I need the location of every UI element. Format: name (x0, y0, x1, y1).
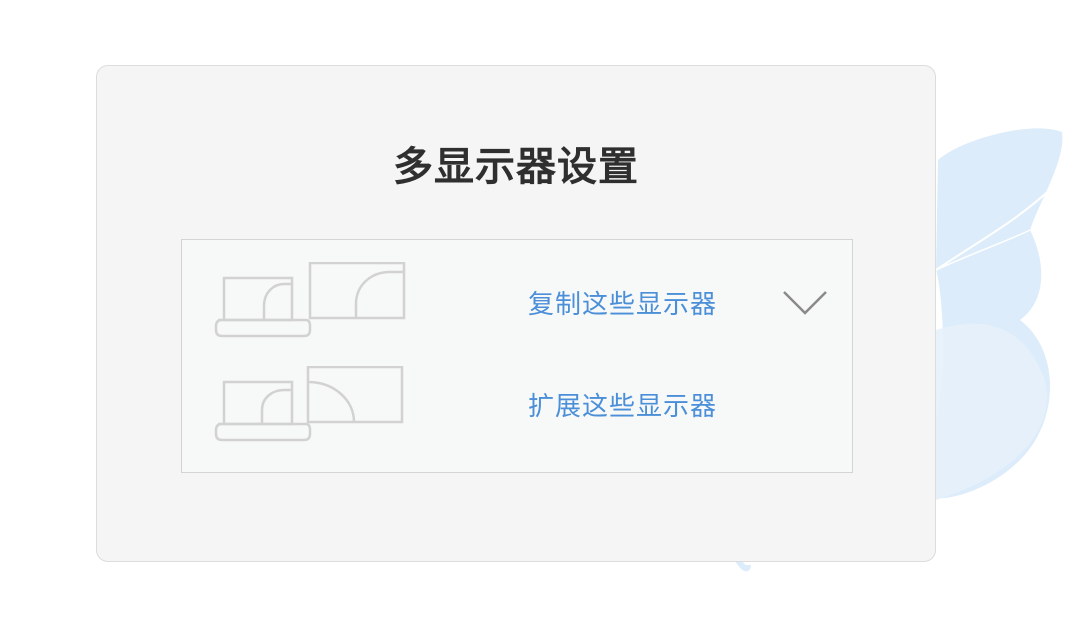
display-options-list: 复制这些显示器 扩展这些显示器 (181, 239, 853, 473)
option-extend-label: 扩展这些显示器 (528, 392, 718, 422)
option-extend-displays[interactable]: 扩展这些显示器 (182, 354, 852, 458)
dialog-title: 多显示器设置 (393, 144, 639, 190)
extend-displays-icon (214, 366, 404, 442)
multi-display-dialog: 多显示器设置 复制这些显示器 扩展这些显示器 (96, 65, 936, 562)
chevron-down-icon[interactable] (782, 288, 828, 318)
option-duplicate-displays[interactable]: 复制这些显示器 (182, 250, 852, 354)
option-duplicate-label: 复制这些显示器 (528, 290, 718, 320)
duplicate-displays-icon (214, 262, 406, 338)
